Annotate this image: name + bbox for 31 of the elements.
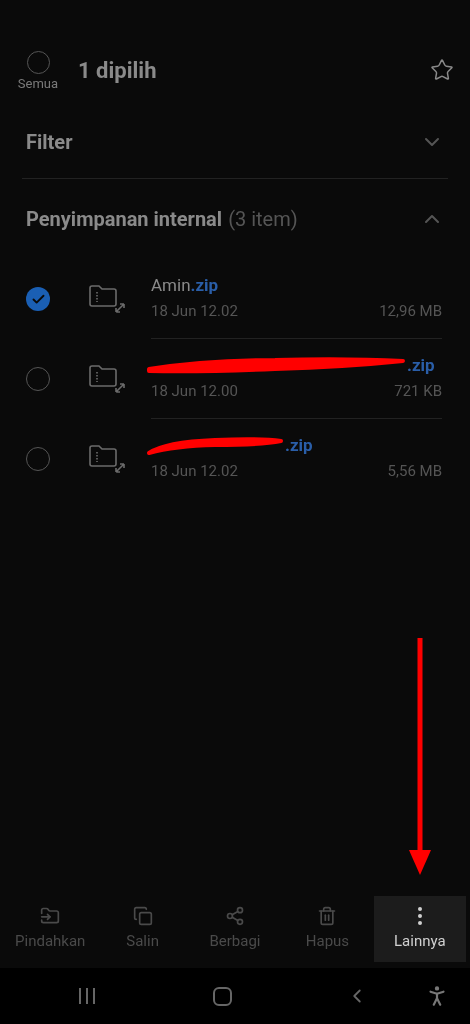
- copy-icon: [132, 905, 153, 926]
- zip-folder-icon: [88, 284, 126, 314]
- recent-apps-icon[interactable]: [78, 988, 97, 1004]
- folder-arrow-icon: [40, 905, 61, 926]
- select-all-label: Semua: [17, 76, 59, 90]
- zip-folder-icon: [88, 364, 126, 394]
- file-date: 18 Jun 12.02: [151, 461, 238, 483]
- file-checkbox[interactable]: [26, 287, 50, 311]
- action-button[interactable]: Lainnya: [373, 896, 467, 962]
- item-count: (3 item): [228, 206, 298, 233]
- trash-icon: [317, 905, 338, 926]
- file-name[interactable]: .zip: [407, 354, 435, 376]
- file-size: 721 KB: [394, 380, 442, 402]
- action-button[interactable]: Hapus: [281, 896, 374, 962]
- file-name[interactable]: Amin.zip: [151, 274, 219, 296]
- star-icon[interactable]: [430, 58, 454, 82]
- selection-title: 1 dipilih: [78, 56, 157, 85]
- file-date: 18 Jun 12.02: [151, 300, 238, 322]
- zip-folder-icon: [88, 444, 126, 474]
- action-button[interactable]: Pindahkan: [4, 896, 97, 962]
- section-title: Penyimpanan internal: [26, 206, 223, 233]
- action-button[interactable]: Salin: [96, 896, 189, 962]
- file-name[interactable]: .zip: [285, 435, 313, 457]
- more-icon: [417, 906, 422, 925]
- file-date: 18 Jun 12.00: [151, 380, 238, 402]
- file-size: 5,56 MB: [387, 461, 442, 483]
- home-icon[interactable]: [212, 986, 232, 1006]
- file-size: 12,96 MB: [379, 300, 442, 322]
- filter-label: Filter: [26, 129, 73, 156]
- share-icon: [225, 905, 245, 926]
- action-button[interactable]: Berbagi: [188, 896, 282, 962]
